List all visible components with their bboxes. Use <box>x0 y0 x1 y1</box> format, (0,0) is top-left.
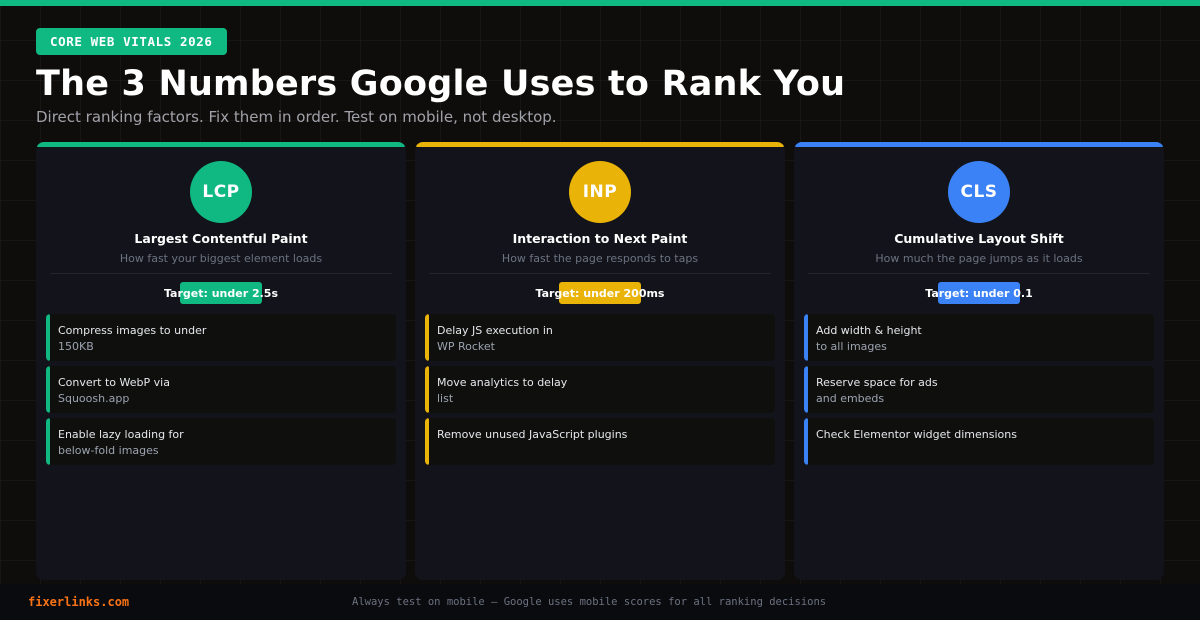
tip-detail: Squoosh.app <box>58 392 130 405</box>
tip-item: Remove unused JavaScript plugins <box>425 418 775 465</box>
tip-text: Compress images to under <box>58 324 207 337</box>
tip-item: Delay JS execution in WP Rocket <box>425 314 775 361</box>
tip-item: Reserve space for ads and embeds <box>804 366 1154 413</box>
footer-note: Always test on mobile — Google uses mobi… <box>352 596 827 608</box>
tip-detail: WP Rocket <box>437 340 495 353</box>
tip-text: Check Elementor widget dimensions <box>816 428 1017 441</box>
tip-item: Convert to WebP via Squoosh.app <box>46 366 396 413</box>
metric-description: How fast the page responds to taps <box>501 252 699 265</box>
tip-text: Convert to WebP via <box>58 376 170 389</box>
tip-accent-bar <box>425 366 429 413</box>
tip-detail: below-fold images <box>58 444 159 457</box>
tip-accent-bar <box>425 314 429 361</box>
tip-detail: and embeds <box>816 392 885 405</box>
tip-accent-bar <box>46 418 50 465</box>
metric-description: How fast your biggest element loads <box>119 252 323 265</box>
tip-detail: 150KB <box>58 340 94 353</box>
metric-badge-circle: LCP <box>190 161 252 223</box>
tip-detail: list <box>437 392 454 405</box>
tip-item: Enable lazy loading for below-fold image… <box>46 418 396 465</box>
divider <box>429 273 771 274</box>
infographic: CORE WEB VITALS 2026 The 3 Numbers Googl… <box>0 0 1200 620</box>
page-subtitle: Direct ranking factors. Fix them in orde… <box>36 108 557 126</box>
tip-detail: to all images <box>816 340 887 353</box>
target-text: Target: under 200ms <box>535 287 665 300</box>
divider <box>808 273 1150 274</box>
footer: fixerlinks.com Always test on mobile — G… <box>0 584 1200 620</box>
card-accent-bar <box>415 142 785 147</box>
metric-badge-circle: CLS <box>948 161 1010 223</box>
top-accent-bar <box>0 0 1200 6</box>
metric-badge-circle: INP <box>569 161 631 223</box>
tip-accent-bar <box>804 418 808 465</box>
tip-item: Add width & height to all images <box>804 314 1154 361</box>
tip-accent-bar <box>46 314 50 361</box>
metric-name: Cumulative Layout Shift <box>894 231 1064 246</box>
metric-name: Largest Contentful Paint <box>134 231 308 246</box>
tip-accent-bar <box>46 366 50 413</box>
tip-item: Move analytics to delay list <box>425 366 775 413</box>
tip-item: Check Elementor widget dimensions <box>804 418 1154 465</box>
tip-text: Add width & height <box>816 324 922 337</box>
target-text: Target: under 0.1 <box>925 287 1033 300</box>
tip-item: Compress images to under 150KB <box>46 314 396 361</box>
metric-description: How much the page jumps as it loads <box>875 252 1083 265</box>
card-accent-bar <box>36 142 406 147</box>
footer-brand: fixerlinks.com <box>28 595 130 609</box>
metric-name: Interaction to Next Paint <box>512 231 688 246</box>
topic-badge: CORE WEB VITALS 2026 <box>36 28 227 55</box>
target-text: Target: under 2.5s <box>163 287 279 300</box>
metric-card-lcp: LCP Largest Contentful Paint How fast yo… <box>36 142 406 580</box>
tip-text: Delay JS execution in <box>437 324 553 337</box>
metric-card-inp: INP Interaction to Next Paint How fast t… <box>415 142 785 580</box>
tip-text: Move analytics to delay <box>437 376 568 389</box>
tip-text: Reserve space for ads <box>816 376 938 389</box>
tip-text: Enable lazy loading for <box>58 428 184 441</box>
page-title: The 3 Numbers Google Uses to Rank You <box>36 64 846 104</box>
tip-text: Remove unused JavaScript plugins <box>437 428 628 441</box>
tip-accent-bar <box>425 418 429 465</box>
tip-accent-bar <box>804 366 808 413</box>
tip-accent-bar <box>804 314 808 361</box>
metric-card-cls: CLS Cumulative Layout Shift How much the… <box>794 142 1164 580</box>
card-accent-bar <box>794 142 1164 147</box>
divider <box>50 273 392 274</box>
